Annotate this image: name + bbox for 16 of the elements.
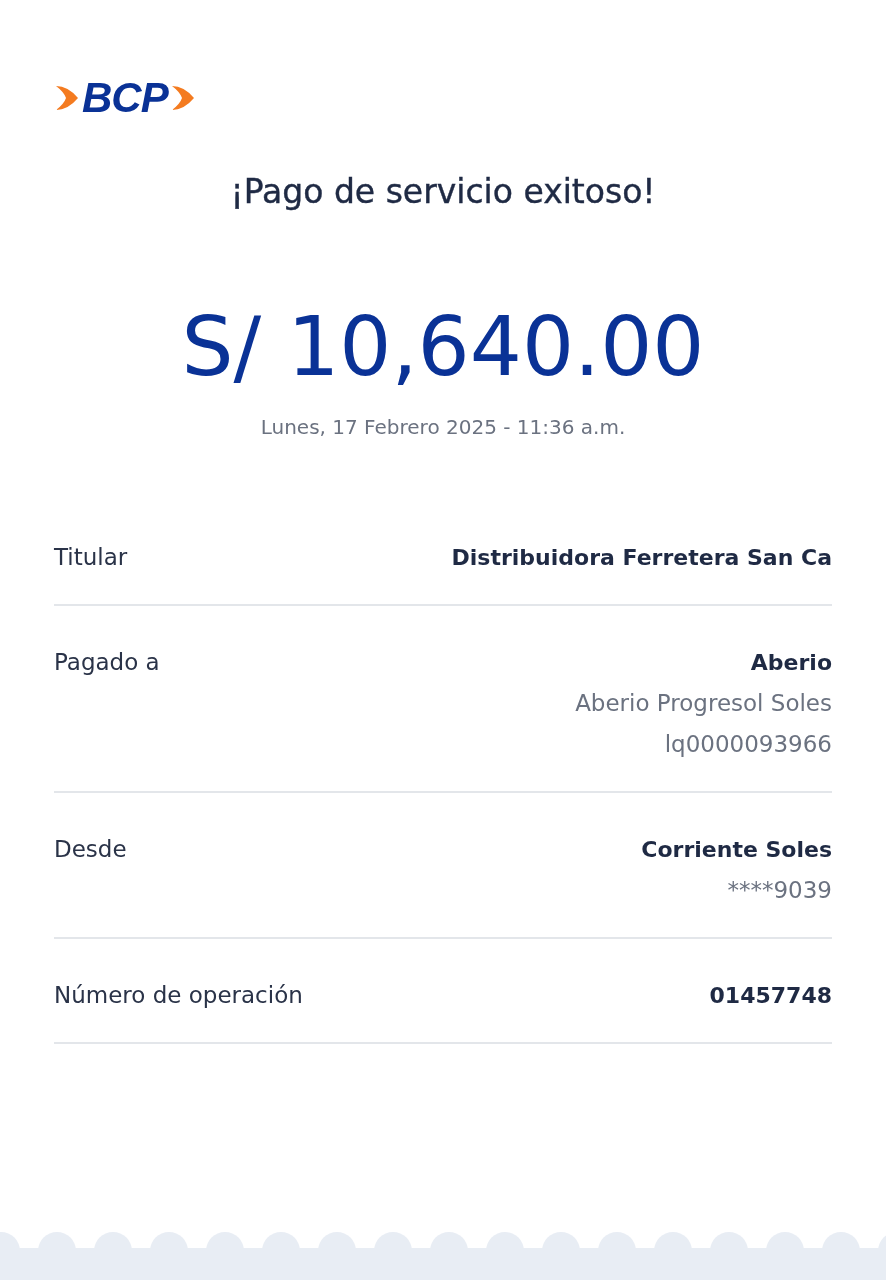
row-label: Pagado a	[54, 648, 160, 677]
row-value: 01457748	[709, 982, 832, 1010]
row-value: ****9039	[727, 876, 832, 905]
chevron-icon	[54, 84, 80, 112]
row-label: Desde	[54, 835, 127, 864]
row-value: Aberio Progresol Soles	[575, 689, 832, 718]
page-title: ¡Pago de servicio exitoso!	[229, 172, 657, 211]
row-value: Corriente Soles	[641, 836, 832, 864]
date-text: Lunes, 17 Febrero 2025 - 11:36 a.m.	[259, 415, 627, 439]
logo-text: BCP	[82, 76, 168, 120]
row-value: lq0000093966	[664, 730, 832, 759]
amount-text: S/ 10,640.00	[180, 299, 706, 395]
row-value: Aberio	[750, 649, 832, 677]
row-label: Número de operación	[54, 981, 303, 1010]
row-value: Distribuidora Ferretera San Ca	[451, 544, 832, 572]
row-label: Titular	[54, 543, 128, 572]
